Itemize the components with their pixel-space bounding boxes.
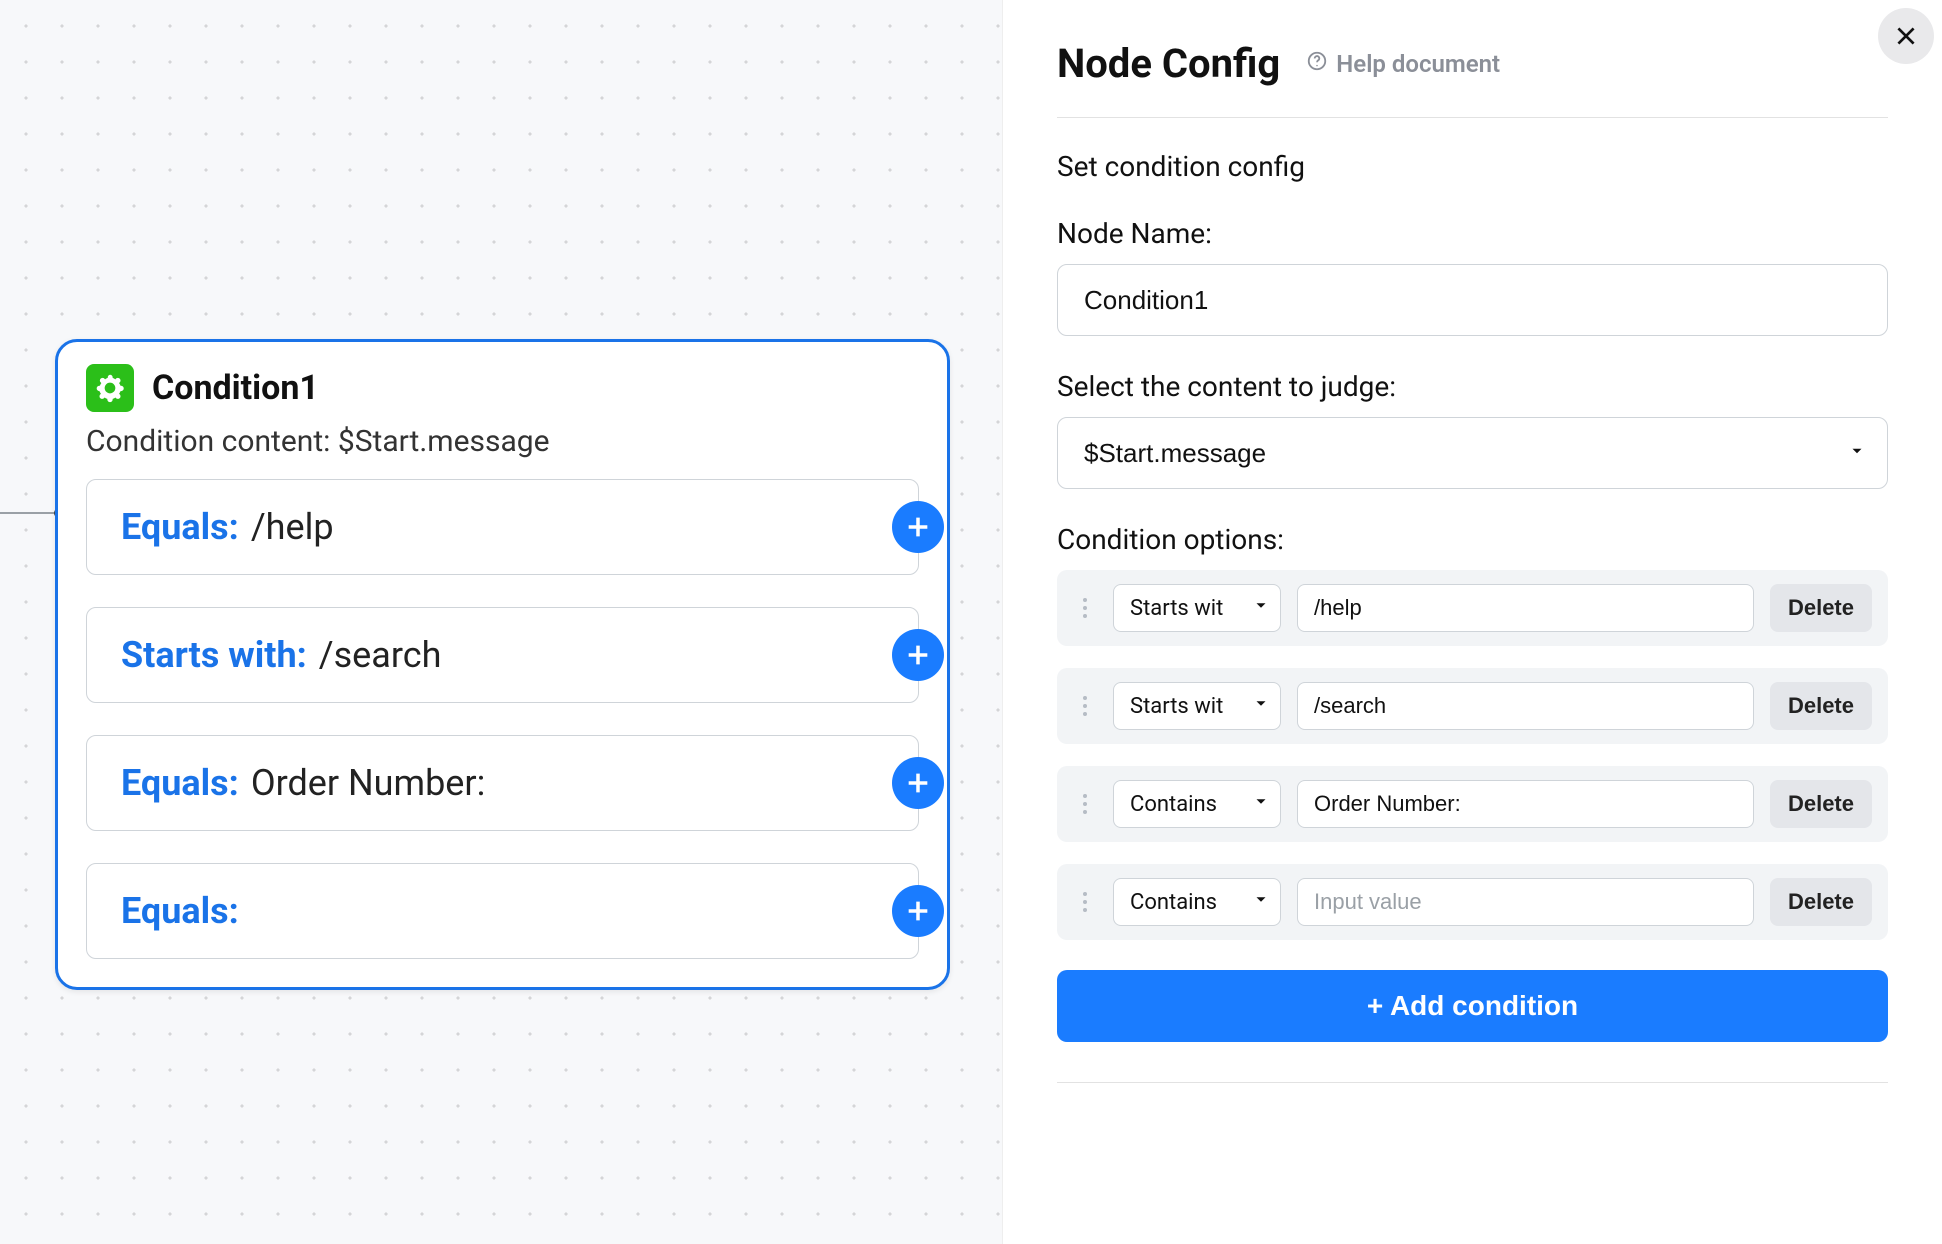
- drag-handle[interactable]: [1073, 594, 1097, 622]
- help-document-link[interactable]: Help document: [1306, 50, 1500, 78]
- content-judge-label: Select the content to judge:: [1057, 370, 1888, 403]
- branch-operator: Equals:: [121, 506, 239, 548]
- section-title: Set condition config: [1057, 150, 1888, 183]
- delete-button[interactable]: Delete: [1770, 584, 1872, 632]
- branch-row[interactable]: Starts with: /search: [86, 607, 919, 703]
- panel-title: Node Config: [1057, 40, 1280, 87]
- node-name-label: Node Name:: [1057, 217, 1888, 250]
- operator-label: Starts wit: [1130, 694, 1223, 719]
- branch-list: Equals: /help Starts with: /search Equals: Or…: [58, 479, 947, 959]
- add-condition-button[interactable]: + Add condition: [1057, 970, 1888, 1042]
- branch-row[interactable]: Equals: Order Number:: [86, 735, 919, 831]
- chevron-down-icon: [1252, 890, 1270, 915]
- edge-connector[interactable]: [0, 512, 60, 514]
- condition-option-row: Contains Delete: [1057, 864, 1888, 940]
- condition-option-row: Contains Delete: [1057, 766, 1888, 842]
- delete-button[interactable]: Delete: [1770, 780, 1872, 828]
- condition-value-input[interactable]: [1297, 682, 1754, 730]
- operator-select[interactable]: Starts wit: [1113, 682, 1281, 730]
- branch-add-button[interactable]: [892, 757, 944, 809]
- condition-value-input[interactable]: [1297, 780, 1754, 828]
- drag-handle[interactable]: [1073, 790, 1097, 818]
- operator-select[interactable]: Starts wit: [1113, 584, 1281, 632]
- branch-operator: Starts with:: [121, 634, 307, 676]
- node-subtitle: Condition content: $Start.message: [58, 418, 947, 479]
- branch-operator: Equals:: [121, 762, 239, 804]
- condition-value-input[interactable]: [1297, 584, 1754, 632]
- branch-row[interactable]: Equals: /help: [86, 479, 919, 575]
- operator-select[interactable]: Contains: [1113, 780, 1281, 828]
- condition-node[interactable]: Condition1 Condition content: $Start.mes…: [55, 339, 950, 990]
- condition-option-row: Starts wit Delete: [1057, 570, 1888, 646]
- condition-option-row: Starts wit Delete: [1057, 668, 1888, 744]
- flow-canvas[interactable]: Condition1 Condition content: $Start.mes…: [0, 0, 1002, 1244]
- branch-row[interactable]: Equals:: [86, 863, 919, 959]
- operator-label: Starts wit: [1130, 596, 1223, 621]
- node-title: Condition1: [152, 368, 319, 408]
- operator-label: Contains: [1130, 890, 1217, 915]
- divider: [1057, 1082, 1888, 1083]
- branch-value: Order Number:: [251, 762, 485, 804]
- node-name-input[interactable]: [1057, 264, 1888, 336]
- content-judge-select[interactable]: [1057, 417, 1888, 489]
- chevron-down-icon: [1252, 792, 1270, 817]
- branch-add-button[interactable]: [892, 629, 944, 681]
- branch-add-button[interactable]: [892, 885, 944, 937]
- delete-button[interactable]: Delete: [1770, 682, 1872, 730]
- gear-icon: [86, 364, 134, 412]
- node-config-panel: Node Config Help document Set condition …: [1002, 0, 1942, 1244]
- branch-add-button[interactable]: [892, 501, 944, 553]
- close-button[interactable]: [1878, 8, 1934, 64]
- chevron-down-icon: [1252, 596, 1270, 621]
- operator-label: Contains: [1130, 792, 1217, 817]
- condition-options-list: Starts witDeleteStarts witDeleteContains…: [1057, 570, 1888, 940]
- branch-value: /search: [319, 634, 442, 676]
- operator-select[interactable]: Contains: [1113, 878, 1281, 926]
- chevron-down-icon: [1252, 694, 1270, 719]
- condition-options-label: Condition options:: [1057, 523, 1888, 556]
- drag-handle[interactable]: [1073, 692, 1097, 720]
- help-label: Help document: [1336, 50, 1500, 78]
- help-icon: [1306, 50, 1328, 78]
- condition-value-input[interactable]: [1297, 878, 1754, 926]
- drag-handle[interactable]: [1073, 888, 1097, 916]
- branch-operator: Equals:: [121, 890, 239, 932]
- delete-button[interactable]: Delete: [1770, 878, 1872, 926]
- branch-value: /help: [251, 506, 334, 548]
